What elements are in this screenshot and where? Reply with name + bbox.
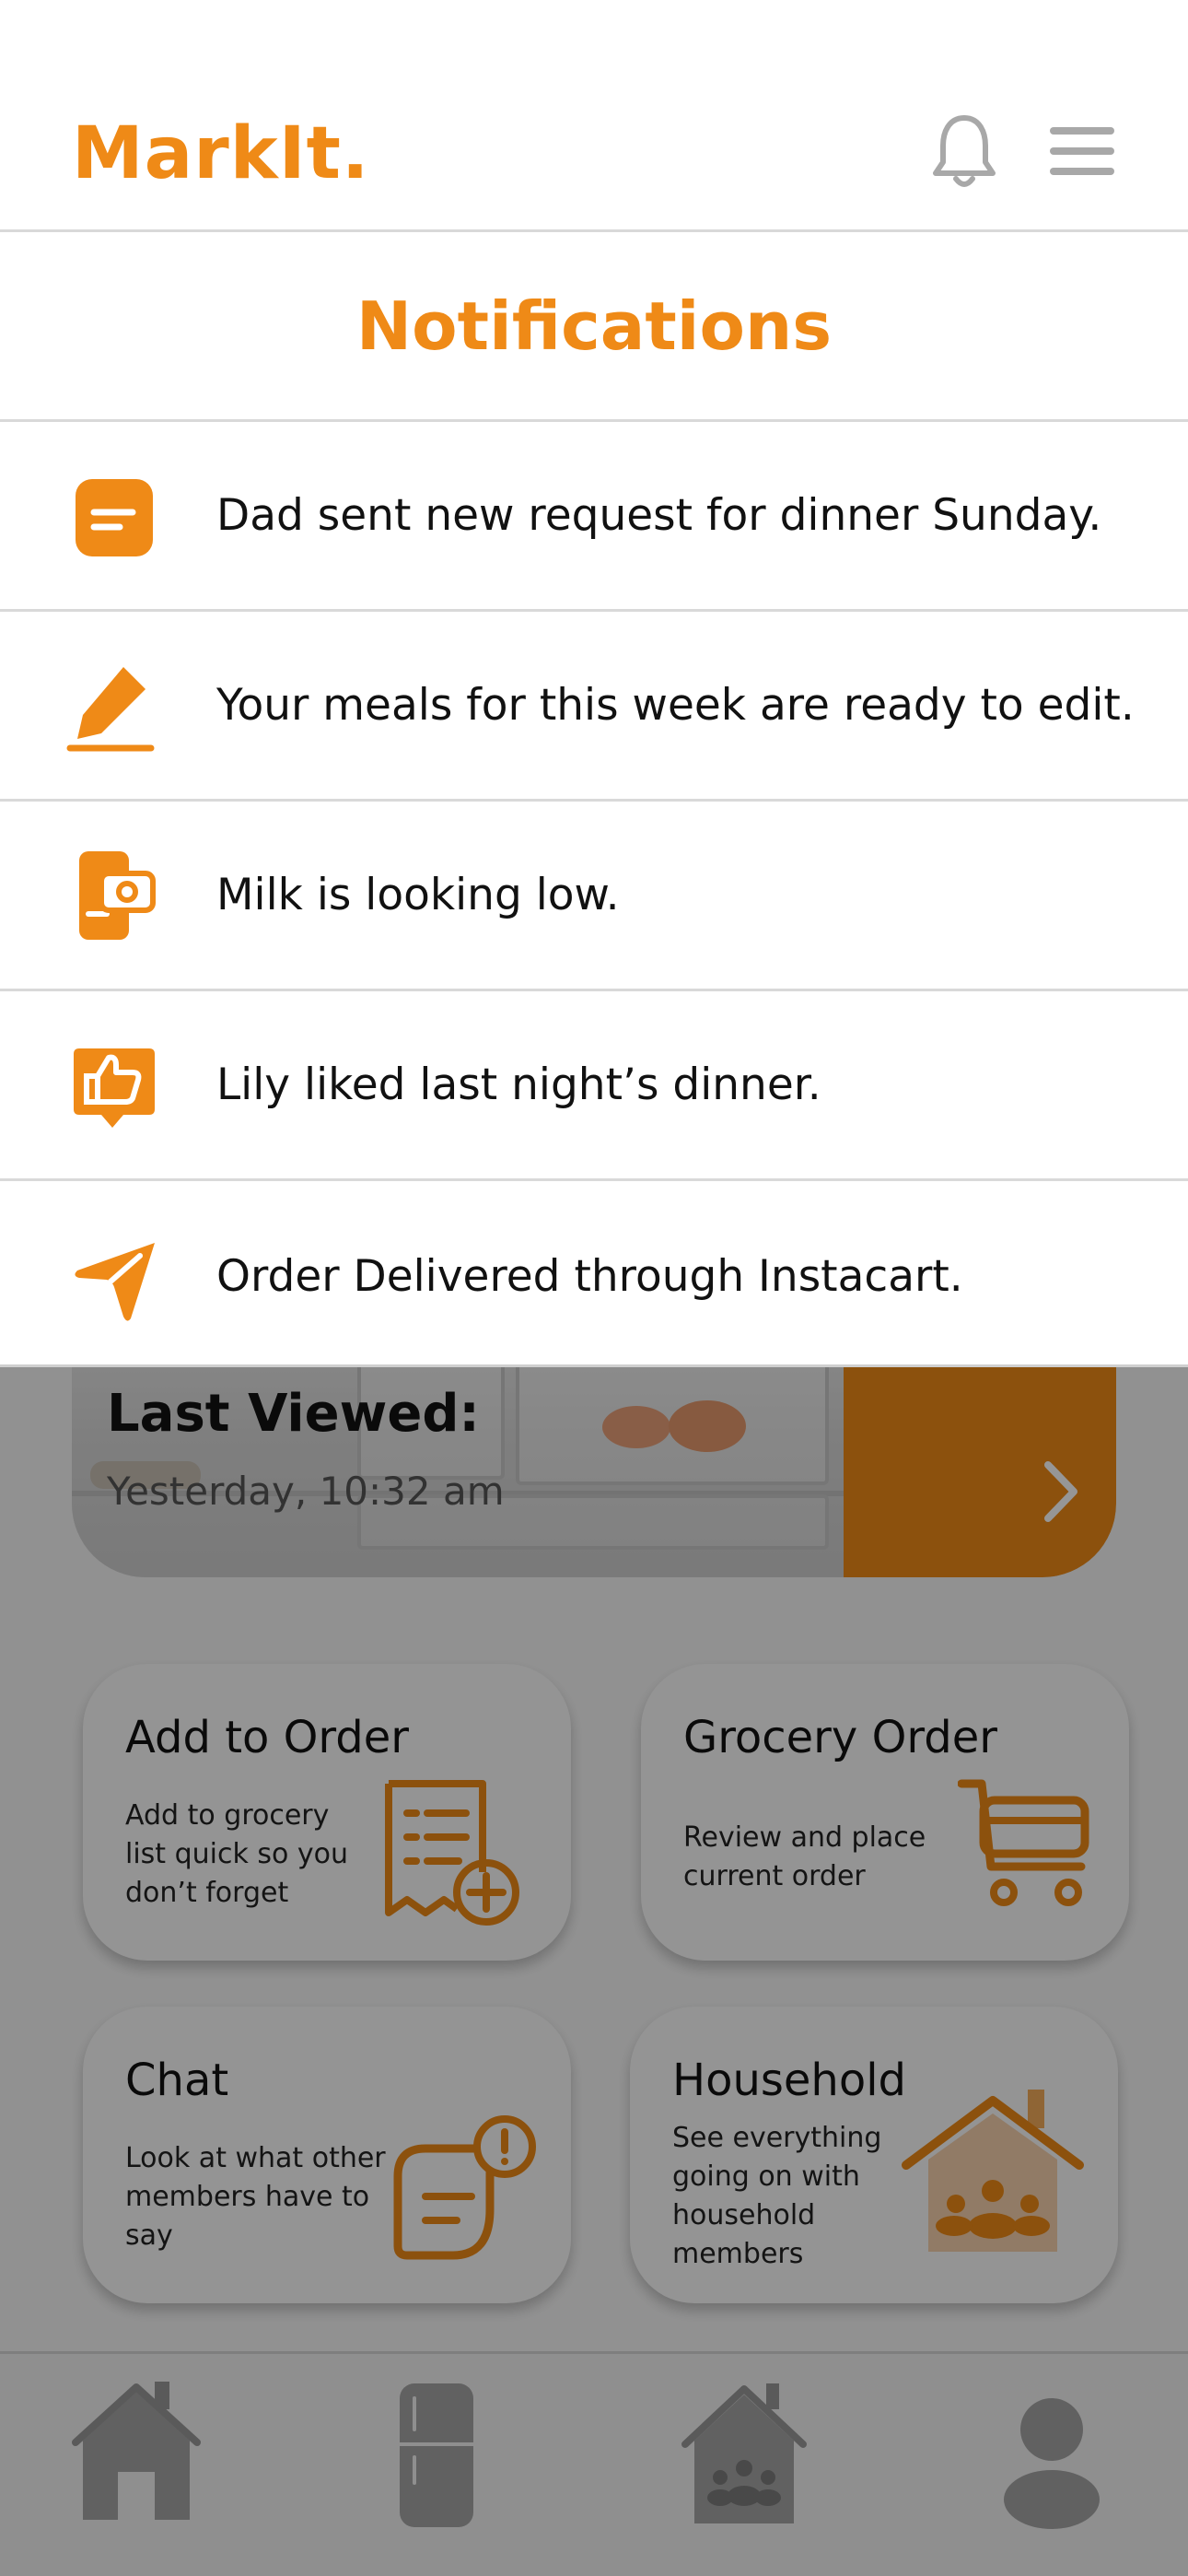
notification-text: Milk is looking low. (216, 870, 620, 920)
hamburger-menu-icon[interactable] (1050, 127, 1114, 175)
notification-text: Lily liked last night’s dinner. (216, 1060, 821, 1110)
notification-item[interactable]: Dad sent new request for dinner Sunday. (0, 422, 1188, 612)
fridge-camera-icon (79, 850, 156, 940)
bell-icon[interactable] (932, 112, 996, 190)
thumbs-up-icon (74, 1048, 155, 1128)
notification-text: Order Delivered through Instacart. (216, 1250, 963, 1302)
modal-overlay[interactable] (0, 1367, 1188, 2576)
message-icon (76, 478, 153, 556)
notification-text: Dad sent new request for dinner Sunday. (216, 490, 1102, 541)
app-header: MarkIt. (0, 0, 1188, 232)
notification-item[interactable]: Milk is looking low. (0, 802, 1188, 991)
app-logo[interactable]: MarkIt. (72, 112, 370, 195)
notification-item[interactable]: Order Delivered through Instacart. (0, 1181, 1188, 1371)
send-icon (75, 1243, 155, 1321)
notifications-panel: Notifications Dad sent new request for d… (0, 232, 1188, 1367)
pencil-icon (66, 666, 155, 751)
notification-text: Your meals for this week are ready to ed… (216, 680, 1135, 731)
notification-item[interactable]: Lily liked last night’s dinner. (0, 991, 1188, 1181)
notifications-title: Notifications (0, 232, 1188, 422)
notification-item[interactable]: Your meals for this week are ready to ed… (0, 612, 1188, 802)
